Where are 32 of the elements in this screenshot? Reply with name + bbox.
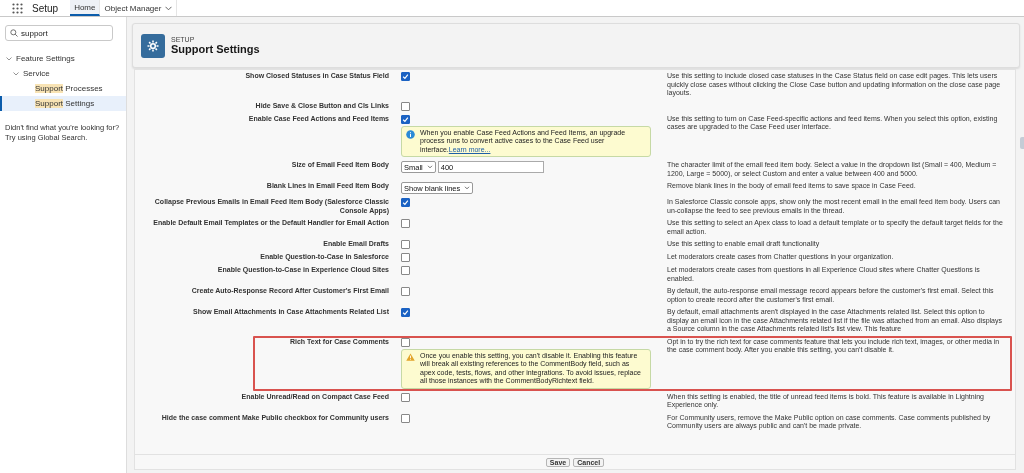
checkbox[interactable]: [401, 287, 410, 296]
caret-icon: [426, 165, 433, 169]
page-title: Support Settings: [171, 43, 260, 55]
checkbox[interactable]: [401, 308, 410, 317]
sidebar-link[interactable]: Support Processes: [0, 81, 126, 96]
app-name: Setup: [32, 2, 59, 14]
checkbox[interactable]: [401, 114, 410, 124]
info-icon: [406, 129, 415, 139]
quick-find-field[interactable]: support: [5, 25, 113, 41]
chevron-down-icon[interactable]: [6, 56, 12, 61]
search-icon: [10, 29, 18, 37]
checkbox[interactable]: [401, 337, 410, 347]
checkbox[interactable]: [401, 253, 410, 262]
chevron-down-icon[interactable]: [13, 71, 19, 76]
checkbox[interactable]: [401, 219, 410, 228]
checkbox[interactable]: [401, 266, 410, 275]
gear-icon: [141, 33, 165, 58]
checkbox[interactable]: [401, 101, 410, 111]
nav-tab[interactable]: Home: [70, 0, 101, 16]
tree-item[interactable]: Service: [23, 69, 50, 78]
sidebar-link[interactable]: Support Settings: [0, 96, 126, 111]
tree-item[interactable]: Feature Settings: [16, 54, 75, 63]
checkbox[interactable]: [401, 198, 410, 207]
checkbox[interactable]: [401, 413, 410, 423]
checkbox[interactable]: [401, 392, 410, 402]
caret-icon: [464, 186, 471, 190]
checkbox[interactable]: [401, 72, 410, 81]
collapse-handle[interactable]: [1020, 137, 1024, 149]
chevron-down-icon: [165, 5, 173, 11]
app-launcher-icon[interactable]: [12, 2, 23, 14]
checkbox[interactable]: [401, 240, 410, 249]
warning-icon: [406, 352, 415, 361]
